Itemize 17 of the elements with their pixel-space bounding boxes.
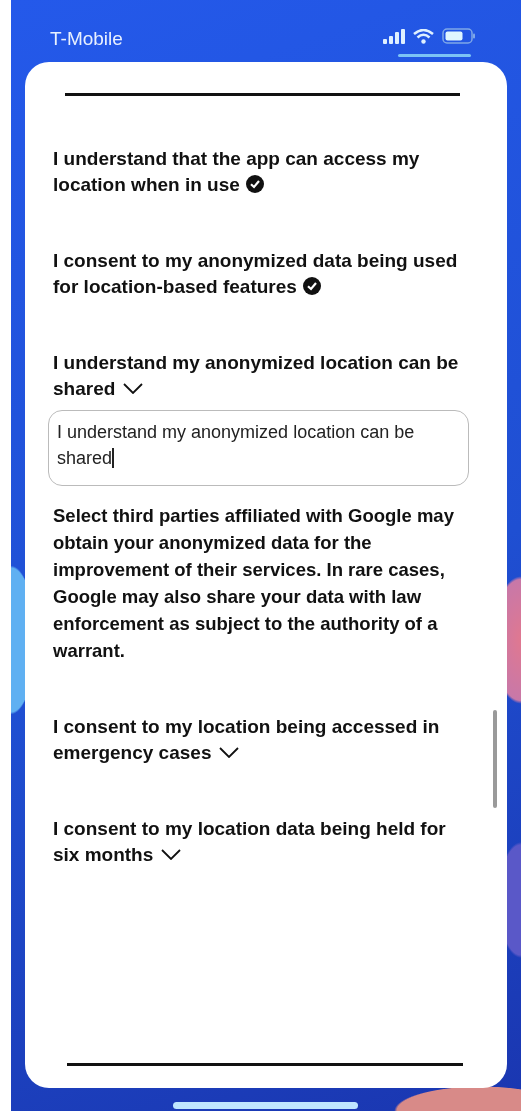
signal-icon [383, 28, 405, 44]
consent-statement[interactable]: I consent to my location data being held for six months [53, 816, 479, 868]
chevron-down-icon[interactable] [161, 849, 182, 860]
battery-icon [442, 28, 476, 44]
check-icon [302, 277, 321, 295]
description-text: Select third parties affiliated with Google may obtain your anonymized data for the improvement of their services. In rare cases, Google may also share your data with law enforcement as subject to the authority of a warrant. [53, 504, 455, 663]
answer-field[interactable]: I understand my anonymized location can be shared [48, 410, 469, 486]
wifi-icon [413, 28, 434, 44]
consent-statement[interactable]: I consent to my location being accessed in emergency cases [53, 714, 479, 766]
consent-statement[interactable]: I understand my anonymized location can be shared [53, 350, 479, 402]
check-icon [245, 175, 264, 193]
consent-statement: I consent to my anonymized data being used for location-based features [53, 249, 459, 299]
chevron-down-icon[interactable] [219, 747, 240, 758]
consent-statement: I understand that the app can access my location when in use [53, 147, 421, 197]
carrier-name: T-Mobile [50, 28, 123, 50]
chevron-down-icon[interactable] [123, 383, 144, 394]
scrollbar[interactable] [493, 710, 497, 808]
